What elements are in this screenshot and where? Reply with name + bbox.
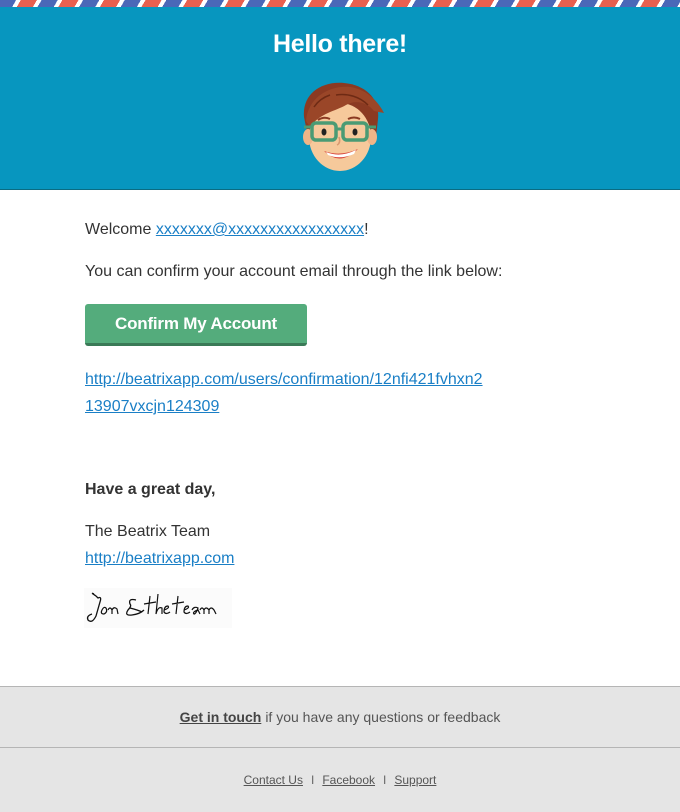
- avatar-icon: [303, 82, 384, 171]
- team-name: The Beatrix Team: [85, 523, 211, 540]
- website-link[interactable]: http://beatrixapp.com: [85, 550, 234, 568]
- intro-text: You can confirm your account email throu…: [85, 263, 503, 280]
- welcome-text: Welcome: [85, 221, 156, 238]
- footer-contact-banner: Get in touch if you have any questions o…: [0, 686, 680, 748]
- separator: I: [383, 773, 387, 787]
- footer-links: Contact Us I Facebook I Support: [0, 748, 680, 812]
- confirm-account-button[interactable]: Confirm My Account: [85, 304, 307, 346]
- separator: I: [310, 773, 315, 787]
- closing-text: Have a great day,: [85, 481, 216, 498]
- get-in-touch-link[interactable]: Get in touch: [180, 709, 262, 725]
- contact-us-link[interactable]: Contact Us: [244, 773, 303, 787]
- email-header: Hello there!: [0, 7, 680, 190]
- greeting-title: Hello there!: [273, 30, 407, 58]
- user-email-link[interactable]: xxxxxxx@xxxxxxxxxxxxxxxxx: [156, 221, 364, 238]
- confirmation-link[interactable]: http://beatrixapp.com/users/confirmation…: [85, 366, 485, 420]
- support-link[interactable]: Support: [394, 773, 436, 787]
- signature-image: [84, 588, 232, 628]
- airmail-stripe-border: [0, 0, 680, 7]
- welcome-suffix: !: [364, 221, 369, 238]
- get-in-touch-text: if you have any questions or feedback: [265, 709, 501, 725]
- facebook-link[interactable]: Facebook: [322, 773, 375, 787]
- welcome-line: Welcome xxxxxxx@xxxxxxxxxxxxxxxxx!: [85, 221, 369, 239]
